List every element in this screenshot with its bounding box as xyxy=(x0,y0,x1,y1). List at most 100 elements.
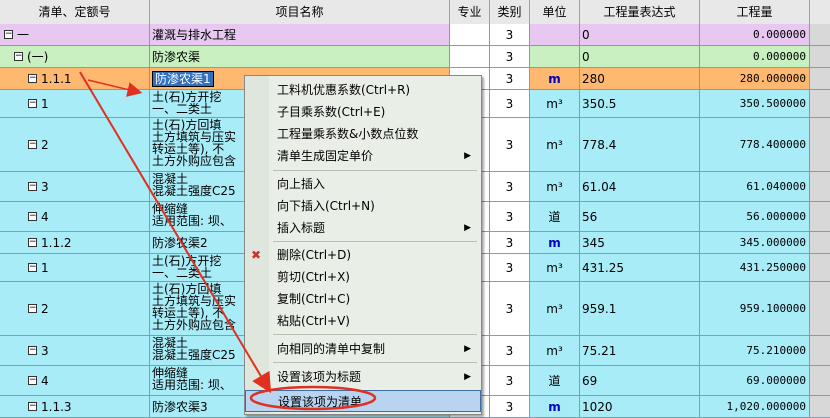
cell-type[interactable]: 3 xyxy=(490,232,530,254)
menu-item[interactable]: 插入标题 ▶ xyxy=(245,217,481,239)
cell-extra[interactable] xyxy=(810,202,830,232)
cell-qty[interactable]: 0.000000 xyxy=(700,46,810,68)
cell-code[interactable]: −3 xyxy=(0,336,150,366)
cell-extra[interactable] xyxy=(810,46,830,68)
menu-item[interactable]: 向下插入(Ctrl+N) xyxy=(245,195,481,217)
cell-qty[interactable]: 345.000000 xyxy=(700,232,810,254)
cell-expr[interactable]: 431.25 xyxy=(580,254,700,282)
cell-qty[interactable]: 0.000000 xyxy=(700,24,810,46)
cell-expr[interactable]: 959.1 xyxy=(580,282,700,336)
cell-major[interactable] xyxy=(450,46,490,68)
cell-extra[interactable] xyxy=(810,232,830,254)
table-row[interactable]: − 一灌溉与排水工程 3 0 0.000000 xyxy=(0,24,830,46)
cell-expr[interactable]: 61.04 xyxy=(580,172,700,202)
menu-item[interactable]: 工程量乘系数&小数点位数 xyxy=(245,123,481,145)
cell-qty[interactable]: 778.400000 xyxy=(700,118,810,172)
collapse-toggle-icon[interactable]: − xyxy=(28,238,37,247)
cell-extra[interactable] xyxy=(810,336,830,366)
cell-expr[interactable]: 350.5 xyxy=(580,90,700,118)
cell-code[interactable]: −1 xyxy=(0,90,150,118)
cell-extra[interactable] xyxy=(810,254,830,282)
cell-expr[interactable]: 69 xyxy=(580,366,700,396)
cell-code[interactable]: −2 xyxy=(0,282,150,336)
menu-item[interactable]: 子目乘系数(Ctrl+E) xyxy=(245,101,481,123)
cell-unit[interactable]: m³ xyxy=(530,336,580,366)
collapse-toggle-icon[interactable]: − xyxy=(28,74,37,83)
cell-code[interactable]: −1 xyxy=(0,254,150,282)
collapse-toggle-icon[interactable]: − xyxy=(28,376,37,385)
cell-qty[interactable]: 75.210000 xyxy=(700,336,810,366)
cell-extra[interactable] xyxy=(810,90,830,118)
cell-qty[interactable]: 69.000000 xyxy=(700,366,810,396)
cell-extra[interactable] xyxy=(810,118,830,172)
cell-qty[interactable]: 61.040000 xyxy=(700,172,810,202)
cell-type[interactable]: 3 xyxy=(490,46,530,68)
header-expr[interactable]: 工程量表达式 xyxy=(580,0,700,24)
collapse-toggle-icon[interactable]: − xyxy=(28,304,37,313)
cell-expr[interactable]: 75.21 xyxy=(580,336,700,366)
menu-item[interactable]: 工料机优惠系数(Ctrl+R) xyxy=(245,79,481,101)
cell-code[interactable]: −3 xyxy=(0,172,150,202)
cell-unit[interactable] xyxy=(530,46,580,68)
cell-expr[interactable]: 778.4 xyxy=(580,118,700,172)
menu-item[interactable]: 剪切(Ctrl+X) xyxy=(245,266,481,288)
cell-type[interactable]: 3 xyxy=(490,172,530,202)
cell-unit[interactable]: m³ xyxy=(530,172,580,202)
menu-item[interactable]: 设置该项为标题 ▶ xyxy=(245,366,481,388)
cell-unit[interactable]: 道 xyxy=(530,202,580,232)
menu-item[interactable]: 清单生成固定单价 ▶ xyxy=(245,145,481,167)
header-qty[interactable]: 工程量 xyxy=(700,0,810,24)
cell-unit[interactable] xyxy=(530,24,580,46)
cell-code[interactable]: − 一 xyxy=(0,24,150,46)
cell-code[interactable]: −1.1.1 xyxy=(0,68,150,90)
cell-major[interactable] xyxy=(450,24,490,46)
header-code[interactable]: 清单、定额号 xyxy=(0,0,150,24)
collapse-toggle-icon[interactable]: − xyxy=(28,182,37,191)
cell-qty[interactable]: 959.100000 xyxy=(700,282,810,336)
cell-type[interactable]: 3 xyxy=(490,24,530,46)
cell-type[interactable]: 3 xyxy=(490,254,530,282)
collapse-toggle-icon[interactable]: − xyxy=(28,402,37,411)
collapse-toggle-icon[interactable]: − xyxy=(28,263,37,272)
cell-code[interactable]: −2 xyxy=(0,118,150,172)
cell-type[interactable]: 3 xyxy=(490,118,530,172)
cell-type[interactable]: 3 xyxy=(490,366,530,396)
cell-extra[interactable] xyxy=(810,282,830,336)
cell-type[interactable]: 3 xyxy=(490,336,530,366)
cell-code[interactable]: − (一) xyxy=(0,46,150,68)
cell-extra[interactable] xyxy=(810,68,830,90)
cell-type[interactable]: 3 xyxy=(490,202,530,232)
cell-type[interactable]: 3 xyxy=(490,68,530,90)
cell-expr[interactable]: 0 xyxy=(580,46,700,68)
collapse-toggle-icon[interactable]: − xyxy=(4,30,13,39)
cell-unit[interactable]: m³ xyxy=(530,90,580,118)
cell-unit[interactable]: m³ xyxy=(530,118,580,172)
cell-qty[interactable]: 280.000000 xyxy=(700,68,810,90)
cell-qty[interactable]: 431.250000 xyxy=(700,254,810,282)
cell-expr[interactable]: 345 xyxy=(580,232,700,254)
cell-unit[interactable]: m xyxy=(530,232,580,254)
header-major[interactable]: 专业 xyxy=(450,0,490,24)
header-name[interactable]: 项目名称 xyxy=(150,0,450,24)
header-type[interactable]: 类别 xyxy=(490,0,530,24)
cell-expr[interactable]: 280 xyxy=(580,68,700,90)
cell-code[interactable]: −4 xyxy=(0,366,150,396)
cell-code[interactable]: −4 xyxy=(0,202,150,232)
header-unit[interactable]: 单位 xyxy=(530,0,580,24)
cell-name[interactable]: 防渗农渠 xyxy=(150,46,450,68)
collapse-toggle-icon[interactable]: − xyxy=(14,52,23,61)
cell-unit[interactable]: 道 xyxy=(530,366,580,396)
collapse-toggle-icon[interactable]: − xyxy=(28,346,37,355)
cell-extra[interactable] xyxy=(810,24,830,46)
cell-name[interactable]: 灌溉与排水工程 xyxy=(150,24,450,46)
collapse-toggle-icon[interactable]: − xyxy=(28,99,37,108)
menu-item[interactable]: 向相同的清单中复制 ▶ xyxy=(245,338,481,360)
cell-unit[interactable]: m³ xyxy=(530,282,580,336)
menu-item[interactable]: 向上插入 xyxy=(245,173,481,195)
cell-expr[interactable]: 56 xyxy=(580,202,700,232)
cell-extra[interactable] xyxy=(810,366,830,396)
cell-unit[interactable]: m³ xyxy=(530,254,580,282)
cell-extra[interactable] xyxy=(810,172,830,202)
cell-code[interactable]: −1.1.2 xyxy=(0,232,150,254)
cell-qty[interactable]: 350.500000 xyxy=(700,90,810,118)
